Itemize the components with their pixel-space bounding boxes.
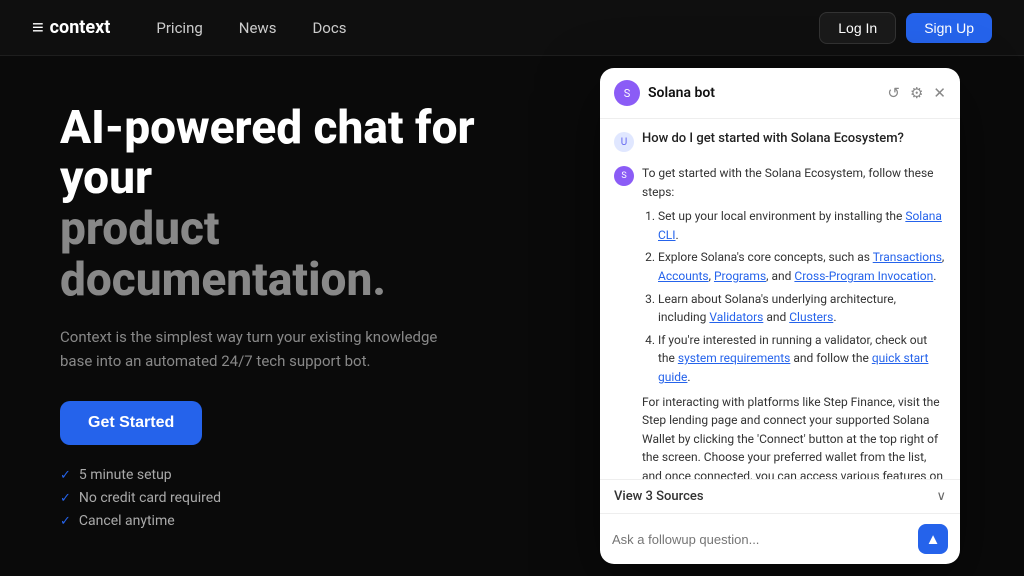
feature-label-1: 5 minute setup <box>79 467 172 483</box>
nav-actions: Log In Sign Up <box>819 12 992 44</box>
clusters-link[interactable]: Clusters <box>789 310 833 324</box>
user-question-text: How do I get started with Solana Ecosyst… <box>642 131 904 146</box>
send-icon: ▲ <box>926 531 941 548</box>
chat-header-actions: ↺ ⚙ ✕ <box>887 84 946 102</box>
feature-label-2: No credit card required <box>79 490 221 506</box>
navbar: ≡ context Pricing News Docs Log In Sign … <box>0 0 1024 56</box>
accounts-link[interactable]: Accounts <box>658 269 709 283</box>
transactions-link[interactable]: Transactions <box>873 250 942 264</box>
bot-name: Solana bot <box>648 85 715 101</box>
send-button[interactable]: ▲ <box>918 524 948 554</box>
check-icon-2: ✓ <box>60 491 71 506</box>
nav-link-pricing[interactable]: Pricing <box>142 13 216 43</box>
view-sources-label: View 3 Sources <box>614 489 704 504</box>
validators-link[interactable]: Validators <box>709 310 763 324</box>
nav-link-docs[interactable]: Docs <box>298 13 360 43</box>
view-sources-row[interactable]: View 3 Sources ∨ <box>600 479 960 513</box>
feature-item-2: ✓ No credit card required <box>60 490 540 506</box>
answer-intro: To get started with the Solana Ecosystem… <box>642 166 934 199</box>
answer-para1: For interacting with platforms like Step… <box>642 393 946 479</box>
bot-avatar-small: S <box>614 166 634 186</box>
hero-title-line2: product documentation. <box>60 202 386 307</box>
signup-button[interactable]: Sign Up <box>906 13 992 43</box>
hero-section: AI-powered chat for your product documen… <box>60 103 540 529</box>
login-button[interactable]: Log In <box>819 12 896 44</box>
bot-answer-row: S To get started with the Solana Ecosyst… <box>614 164 946 479</box>
close-icon[interactable]: ✕ <box>933 84 946 102</box>
chat-header-left: S Solana bot <box>614 80 715 106</box>
feature-item-3: ✓ Cancel anytime <box>60 513 540 529</box>
followup-input[interactable] <box>612 532 910 547</box>
cross-program-link[interactable]: Cross-Program Invocation <box>794 269 933 283</box>
answer-steps-list: Set up your local environment by install… <box>642 207 946 386</box>
answer-step-4: If you're interested in running a valida… <box>658 331 946 387</box>
system-req-link[interactable]: system requirements <box>678 351 790 365</box>
chat-widget: S Solana bot ↺ ⚙ ✕ U How do I get starte… <box>600 68 960 564</box>
main-content: AI-powered chat for your product documen… <box>0 56 1024 576</box>
check-icon-3: ✓ <box>60 514 71 529</box>
hero-title-line1: AI-powered chat for your <box>60 101 475 206</box>
logo[interactable]: ≡ context <box>32 15 110 40</box>
user-avatar: U <box>614 132 634 152</box>
solana-cli-link[interactable]: Solana CLI <box>658 209 942 242</box>
feature-item-1: ✓ 5 minute setup <box>60 467 540 483</box>
check-icon-1: ✓ <box>60 468 71 483</box>
logo-icon: ≡ <box>32 15 44 40</box>
answer-step-2: Explore Solana's core concepts, such as … <box>658 248 946 285</box>
get-started-button[interactable]: Get Started <box>60 401 202 445</box>
hero-subtitle: Context is the simplest way turn your ex… <box>60 325 460 373</box>
chat-body: U How do I get started with Solana Ecosy… <box>600 119 960 479</box>
bot-avatar: S <box>614 80 640 106</box>
chat-header: S Solana bot ↺ ⚙ ✕ <box>600 68 960 119</box>
chevron-down-icon: ∨ <box>936 489 946 504</box>
user-question-row: U How do I get started with Solana Ecosy… <box>614 131 946 152</box>
logo-text: context <box>50 17 111 38</box>
programs-link[interactable]: Programs <box>714 269 766 283</box>
bot-answer-content: To get started with the Solana Ecosystem… <box>642 164 946 479</box>
answer-step-1: Set up your local environment by install… <box>658 207 946 244</box>
hero-title: AI-powered chat for your product documen… <box>60 103 540 305</box>
refresh-icon[interactable]: ↺ <box>887 84 900 102</box>
nav-links: Pricing News Docs <box>142 13 819 43</box>
features-list: ✓ 5 minute setup ✓ No credit card requir… <box>60 467 540 529</box>
settings-icon[interactable]: ⚙ <box>910 84 923 102</box>
nav-link-news[interactable]: News <box>225 13 291 43</box>
chat-footer: ▲ <box>600 513 960 564</box>
feature-label-3: Cancel anytime <box>79 513 175 529</box>
answer-step-3: Learn about Solana's underlying architec… <box>658 290 946 327</box>
